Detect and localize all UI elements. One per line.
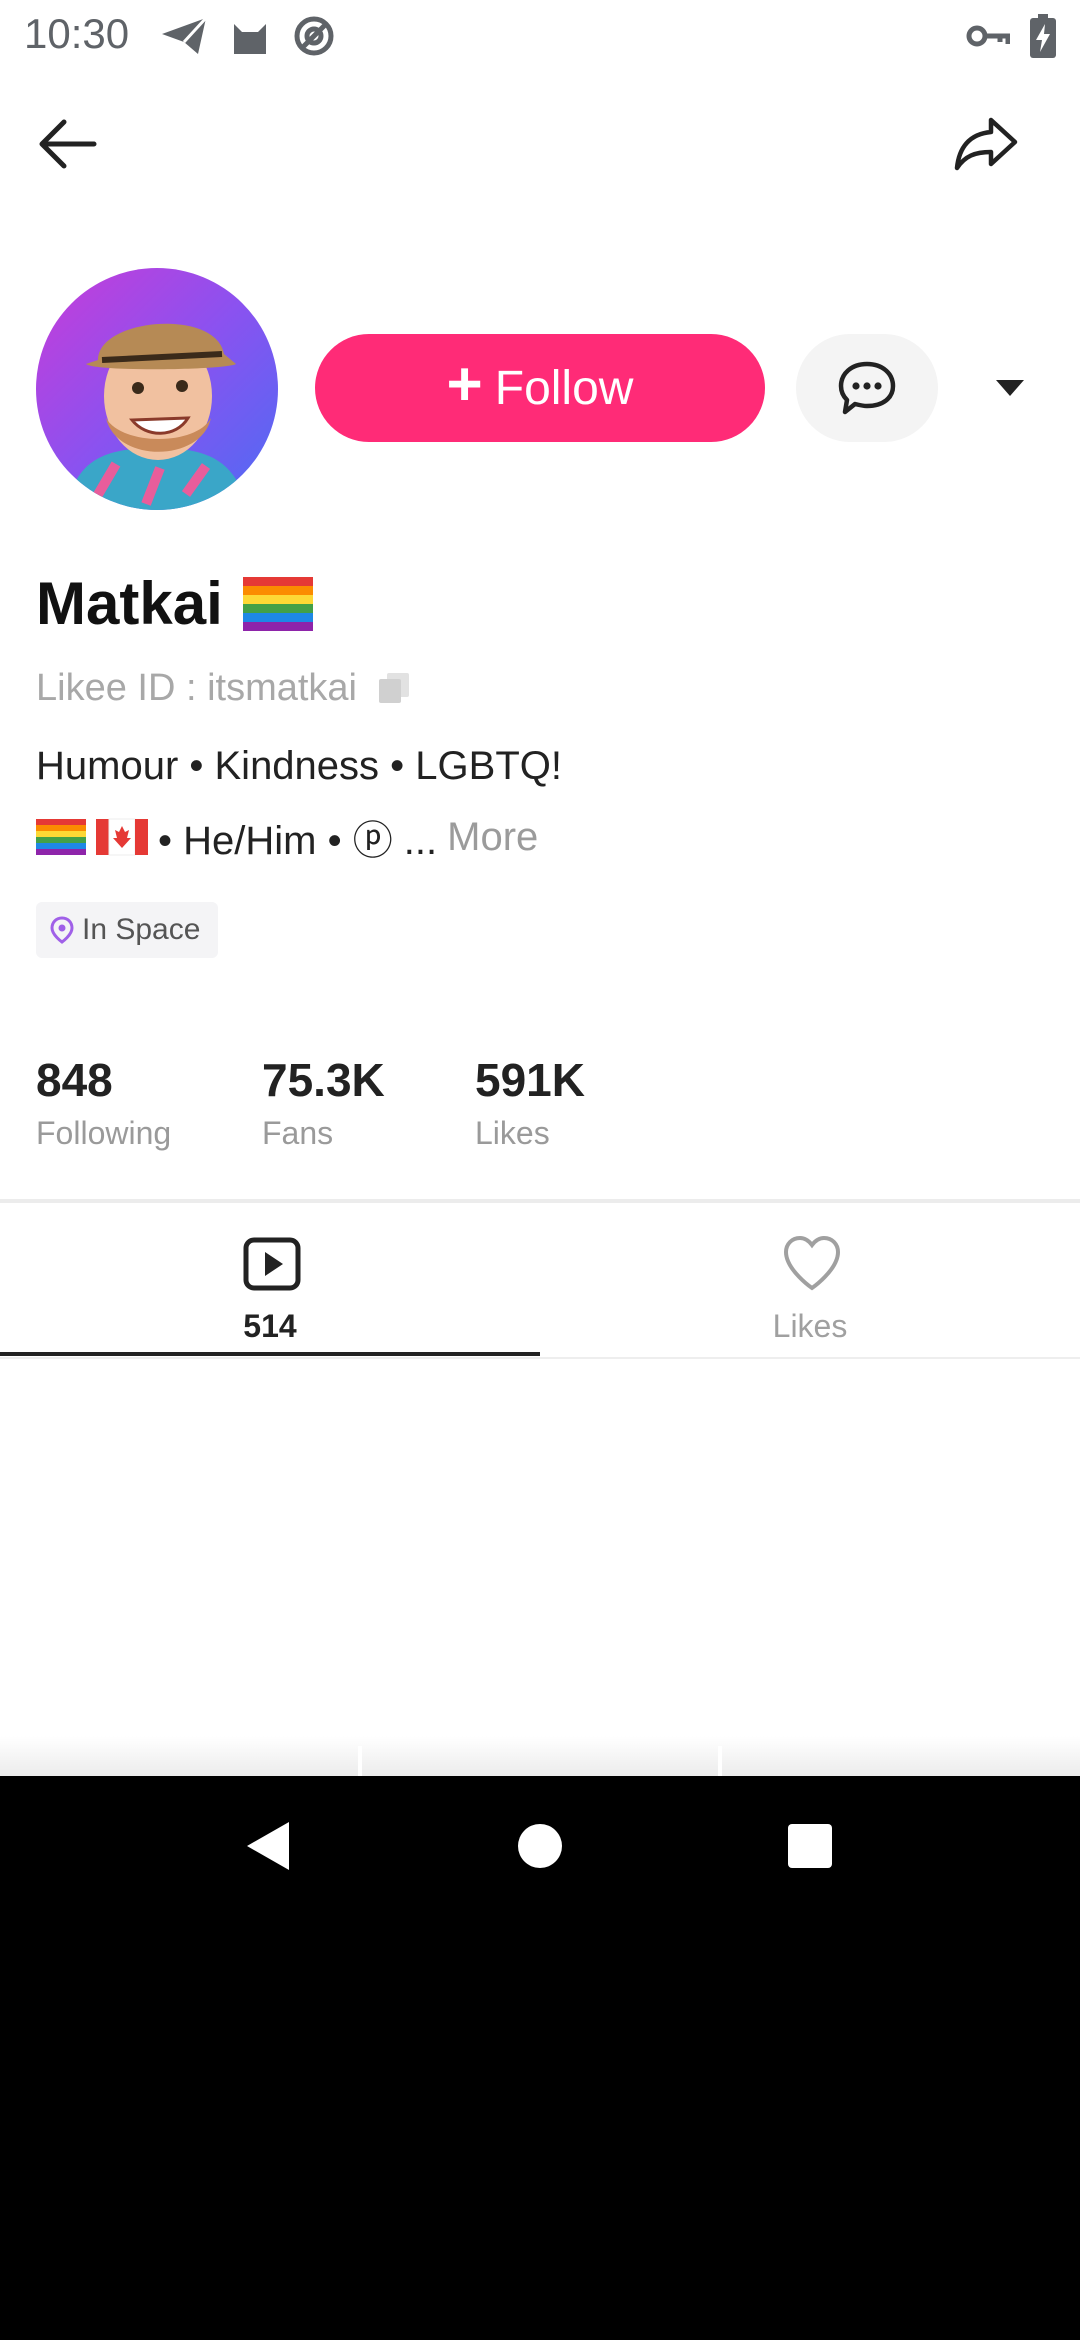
heart-icon (783, 1235, 841, 1291)
avatar-image (36, 268, 278, 510)
at-sign-icon (292, 14, 336, 63)
paper-plane-icon (160, 14, 210, 63)
avatar[interactable] (36, 268, 278, 510)
location-chip: In Space (36, 902, 219, 958)
bio-line-2-text: • He/Him • ⓟ ... (158, 819, 438, 863)
stat-value: 75.3K (262, 1054, 385, 1106)
active-tab-indicator (0, 1352, 540, 1356)
bio-line-2: • He/Him • ⓟ ... More (36, 808, 538, 866)
stat-label: Following (36, 1115, 172, 1151)
nav-back-button[interactable] (218, 1796, 318, 1896)
profile-screen: 10:30 + Follow Matkai Likee ID: itsmatk… (0, 0, 1080, 1776)
tab-likes-label: Likes (772, 1308, 848, 1344)
follow-button[interactable]: + Follow (315, 334, 765, 442)
vpn-key-icon (966, 20, 1011, 57)
system-nav-bar (0, 1776, 1080, 1916)
arrow-left-icon (39, 119, 97, 169)
stat-likes[interactable]: 591K Likes (475, 1052, 585, 1154)
cat-icon (228, 14, 272, 63)
likee-id-row: Likee ID : itsmatkai (36, 662, 411, 714)
tab-videos[interactable]: 514 (0, 1204, 540, 1356)
canada-flag-icon (96, 818, 148, 856)
stat-fans[interactable]: 75.3K Fans (262, 1052, 385, 1154)
battery-charging-icon (1030, 14, 1056, 63)
back-button[interactable] (28, 104, 108, 184)
share-button[interactable] (946, 104, 1026, 184)
profile-name: Matkai (36, 569, 223, 637)
triangle-back-icon (247, 1822, 289, 1870)
stat-label: Likes (475, 1115, 550, 1151)
video-grid-placeholder (0, 1736, 1080, 1776)
location-pin-icon (50, 916, 74, 944)
play-icon (243, 1237, 301, 1291)
status-time: 10:30 (24, 10, 130, 57)
chat-bubble-icon (838, 361, 896, 415)
stat-label: Fans (262, 1115, 334, 1151)
nav-home-button[interactable] (490, 1796, 590, 1896)
nav-recents-button[interactable] (760, 1796, 860, 1896)
rainbow-flag-icon (36, 819, 86, 855)
section-divider (0, 1199, 1080, 1203)
rainbow-flag-icon (242, 577, 313, 631)
stat-following[interactable]: 848 Following (36, 1052, 171, 1154)
tab-divider (0, 1357, 1080, 1359)
more-options-button[interactable] (980, 360, 1040, 416)
message-button[interactable] (796, 334, 938, 442)
status-bar: 10:30 (0, 0, 1080, 72)
stat-value: 591K (475, 1054, 585, 1106)
profile-name-row: Matkai (36, 566, 313, 640)
follow-button-label: Follow (494, 361, 634, 415)
caret-down-icon (996, 380, 1024, 396)
plus-icon: + (446, 350, 483, 419)
circle-home-icon (518, 1824, 562, 1868)
bio-more-link[interactable]: More (447, 815, 538, 860)
likee-id-text: Likee ID : itsmatkai (36, 666, 357, 709)
copy-icon[interactable] (377, 671, 411, 705)
tab-videos-label: 514 (243, 1308, 297, 1344)
tab-likes[interactable]: Likes (540, 1204, 1080, 1356)
grid-separator (358, 1746, 362, 1776)
bio-line-1: Humour • Kindness • LGBTQ! (36, 744, 562, 788)
share-arrow-icon (954, 117, 1018, 171)
grid-separator (718, 1746, 722, 1776)
square-recents-icon (788, 1824, 832, 1868)
stat-value: 848 (36, 1054, 113, 1106)
location-text: In Space (82, 913, 201, 946)
